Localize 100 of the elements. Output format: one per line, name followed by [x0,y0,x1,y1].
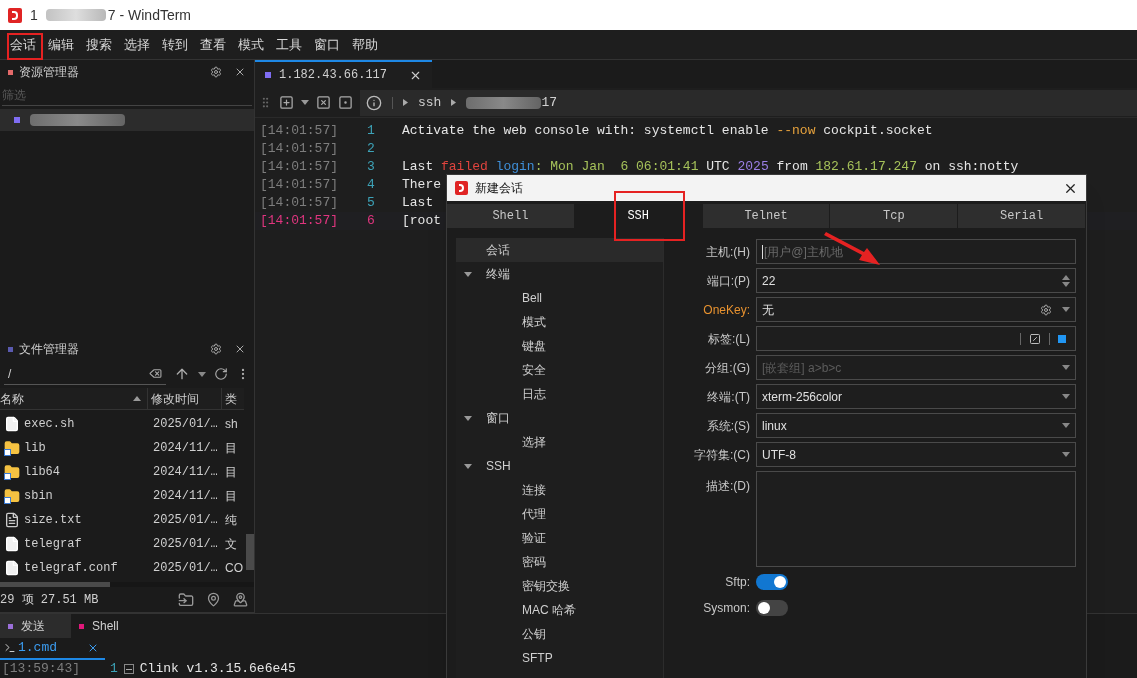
caret-icon [301,100,309,105]
field-label: 系统:(S) [705,417,750,435]
breadcrumb-item[interactable]: ssh [418,92,442,113]
settings-icon[interactable] [210,343,222,355]
menu-item[interactable]: 帮助 [346,34,384,55]
info-icon[interactable] [366,94,382,111]
spin-arrows-icon[interactable] [1062,274,1070,287]
field-label: 标签:(L) [707,330,750,348]
file-name[interactable]: lib64 [24,463,153,481]
clear-color-icon[interactable] [1029,332,1041,345]
tree-item[interactable]: 密钥交换 [456,574,663,598]
panel-tab[interactable]: Shell [71,614,142,638]
pinned-map-icon[interactable] [233,592,248,607]
onekey-select[interactable]: 无 [756,297,1076,322]
folder-arrow-icon[interactable] [178,591,194,608]
column-header[interactable]: 名称 [0,388,148,409]
timestamp: [14:01:57] [260,212,339,231]
file-name[interactable]: size.txt [24,511,153,529]
modified-date: 2025/01/… [153,560,219,577]
file-name[interactable]: sbin [24,487,153,505]
menu-item[interactable]: 模式 [232,34,270,55]
menu-item[interactable]: 会话 [4,34,42,55]
tree-item[interactable]: 验证 [456,526,663,550]
menu-item[interactable]: 选择 [118,34,156,55]
menu-item[interactable]: 查看 [194,34,232,55]
close-session-icon[interactable] [316,95,331,110]
color-swatch[interactable] [1058,334,1066,343]
menu-item[interactable]: 工具 [270,34,308,55]
map-pin-icon[interactable] [206,592,221,607]
field-label: 终端:(T) [706,388,750,406]
terminal-tab[interactable]: 1.cmd [0,638,105,660]
close-icon[interactable] [234,66,246,78]
tree-item[interactable]: Bell [456,286,663,310]
fold-icon[interactable] [123,664,134,674]
tree-item[interactable]: SFTP [456,646,663,670]
toggle-switch[interactable] [756,600,788,616]
scrollbar-thumb[interactable] [0,582,110,587]
tree-item[interactable]: 会话 [456,238,663,262]
dialog-tab[interactable]: Shell [447,204,575,228]
file-type: 目 [225,440,237,457]
new-session-icon[interactable] [279,95,294,110]
file-name[interactable]: exec.sh [24,415,153,433]
timestamp: [13:59:43] [2,660,81,678]
caret-icon [1062,307,1070,312]
tree-item[interactable]: 密码 [456,550,663,574]
dropdown[interactable]: linux [756,413,1076,438]
session-options-icon[interactable] [338,95,353,110]
tree-item[interactable]: 安全 [456,358,663,382]
close-icon[interactable] [87,642,99,654]
dropdown[interactable]: xterm-256color [756,384,1076,409]
panel-tab[interactable]: 发送 [0,614,71,638]
dialog-tab[interactable]: Telnet [702,204,831,228]
tree-item[interactable]: 公钥 [456,622,663,646]
tree-item[interactable]: 终端 [456,262,663,286]
tree-item[interactable]: 模式 [456,310,663,334]
path-field[interactable]: / [4,363,166,385]
blurred-text [45,9,106,21]
tree-item[interactable]: 连接 [456,478,663,502]
menu-item[interactable]: 转到 [156,34,194,55]
tree-item[interactable]: 代理 [456,502,663,526]
settings-icon[interactable] [210,66,222,78]
file-name[interactable]: telegraf.conf [24,559,153,577]
port-field[interactable]: 22 [756,268,1076,293]
tree-item[interactable]: 窗口 [456,406,663,430]
dropdown[interactable]: UTF-8 [756,442,1076,467]
terminal-text: Activate the web console with: systemctl enable --now cockpit.socket [402,122,933,141]
dialog-tab[interactable]: Tcp [830,204,959,228]
settings-icon[interactable] [1040,303,1052,316]
tree-item[interactable]: 选择 [456,430,663,454]
refresh-icon[interactable] [214,367,228,381]
file-name[interactable]: lib [24,439,153,457]
tree-item[interactable]: MAC 哈希 [456,598,663,622]
tree-item[interactable]: 日志 [456,382,663,406]
line-number: 4 [367,176,376,195]
column-header[interactable]: 修改时间 [148,388,222,409]
toggle-switch[interactable] [756,574,788,590]
clear-icon[interactable] [149,367,162,380]
breadcrumb-item[interactable]: 17 [541,92,557,113]
expand-caret-icon [464,463,472,469]
menu-item[interactable]: 编辑 [42,34,80,55]
terminal-text: [root [402,212,441,231]
description-field[interactable] [756,471,1076,567]
line-number: 2 [367,140,376,159]
tree-item[interactable]: 键盘 [456,334,663,358]
dialog-tab[interactable]: Serial [958,204,1086,228]
menu-item[interactable]: 窗口 [308,34,346,55]
menu-item[interactable]: 搜索 [80,34,118,55]
timestamp: [14:01:57] [260,140,339,159]
scrollbar-thumb[interactable] [246,534,254,570]
line-number: 1 [110,660,118,678]
field-label: 端口:(P) [705,272,750,290]
terminal-text: Last [402,194,434,213]
file-name[interactable]: telegraf [24,535,153,553]
up-arrow-icon[interactable] [174,366,190,382]
session-item[interactable] [0,109,254,131]
column-header[interactable]: 类 [222,388,244,409]
tree-item[interactable]: SSH [456,454,663,478]
tag-field[interactable] [756,326,1076,351]
field-label: Sysmon: [702,600,750,617]
close-icon[interactable] [234,343,246,355]
